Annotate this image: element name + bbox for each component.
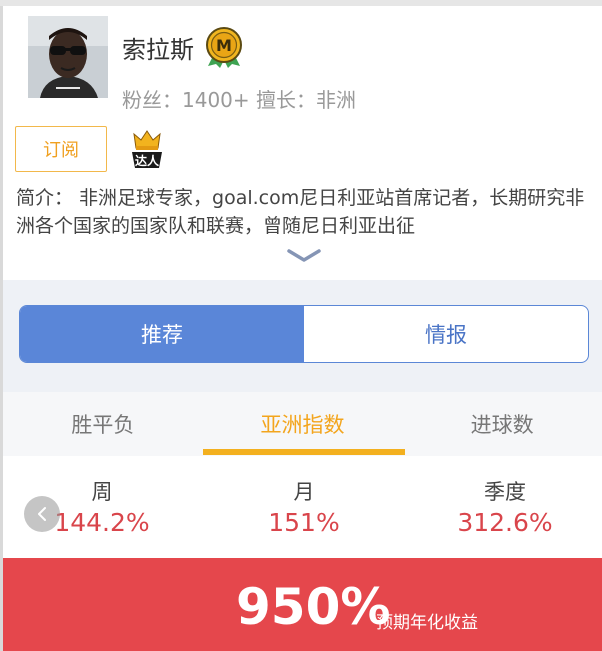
tab-goals[interactable]: 进球数	[402, 392, 602, 456]
skill-value: 非洲	[316, 88, 357, 112]
period-season: 季度	[484, 480, 526, 504]
avatar[interactable]	[28, 16, 108, 98]
svg-text:M: M	[216, 36, 232, 55]
segment-recommend[interactable]: 推荐	[20, 306, 304, 362]
chevron-down-icon[interactable]	[286, 248, 322, 264]
segment-intel[interactable]: 情报	[304, 306, 588, 362]
tab-win-draw-lose[interactable]: 胜平负	[3, 392, 203, 456]
avatar-image	[28, 16, 108, 98]
user-name: 索拉斯	[122, 36, 194, 64]
recommend-intel-switch: 推荐 情报	[19, 305, 589, 363]
chevron-left-icon[interactable]	[24, 496, 60, 532]
top-edge	[0, 0, 602, 6]
fans-label: 粉丝：	[122, 88, 182, 112]
m-medal-icon: M	[204, 26, 244, 68]
fans-count: 1400+	[182, 88, 250, 112]
svg-text:达人: 达人	[135, 153, 160, 168]
month-return-value: 151%	[268, 508, 340, 537]
odds-tabs: 胜平负 亚洲指数 进球数	[3, 392, 602, 456]
season-return-value: 312.6%	[457, 508, 553, 537]
expected-return-label: 预期年化收益	[376, 613, 478, 633]
bio-text: 简介： 非洲足球专家，goal.com尼日利亚站首席记者，长期研究非洲各个国家的…	[16, 187, 585, 237]
daren-badge-icon: 达人	[128, 128, 166, 172]
tab-asian-index[interactable]: 亚洲指数	[203, 392, 403, 456]
user-stats: 粉丝：1400+ 擅长：非洲	[122, 84, 356, 113]
subscribe-button[interactable]: 订阅	[15, 126, 107, 172]
skill-label: 擅长：	[256, 88, 317, 112]
active-tab-indicator	[203, 449, 405, 455]
expected-return-value: 950%	[236, 578, 391, 636]
period-month: 月	[293, 480, 315, 504]
